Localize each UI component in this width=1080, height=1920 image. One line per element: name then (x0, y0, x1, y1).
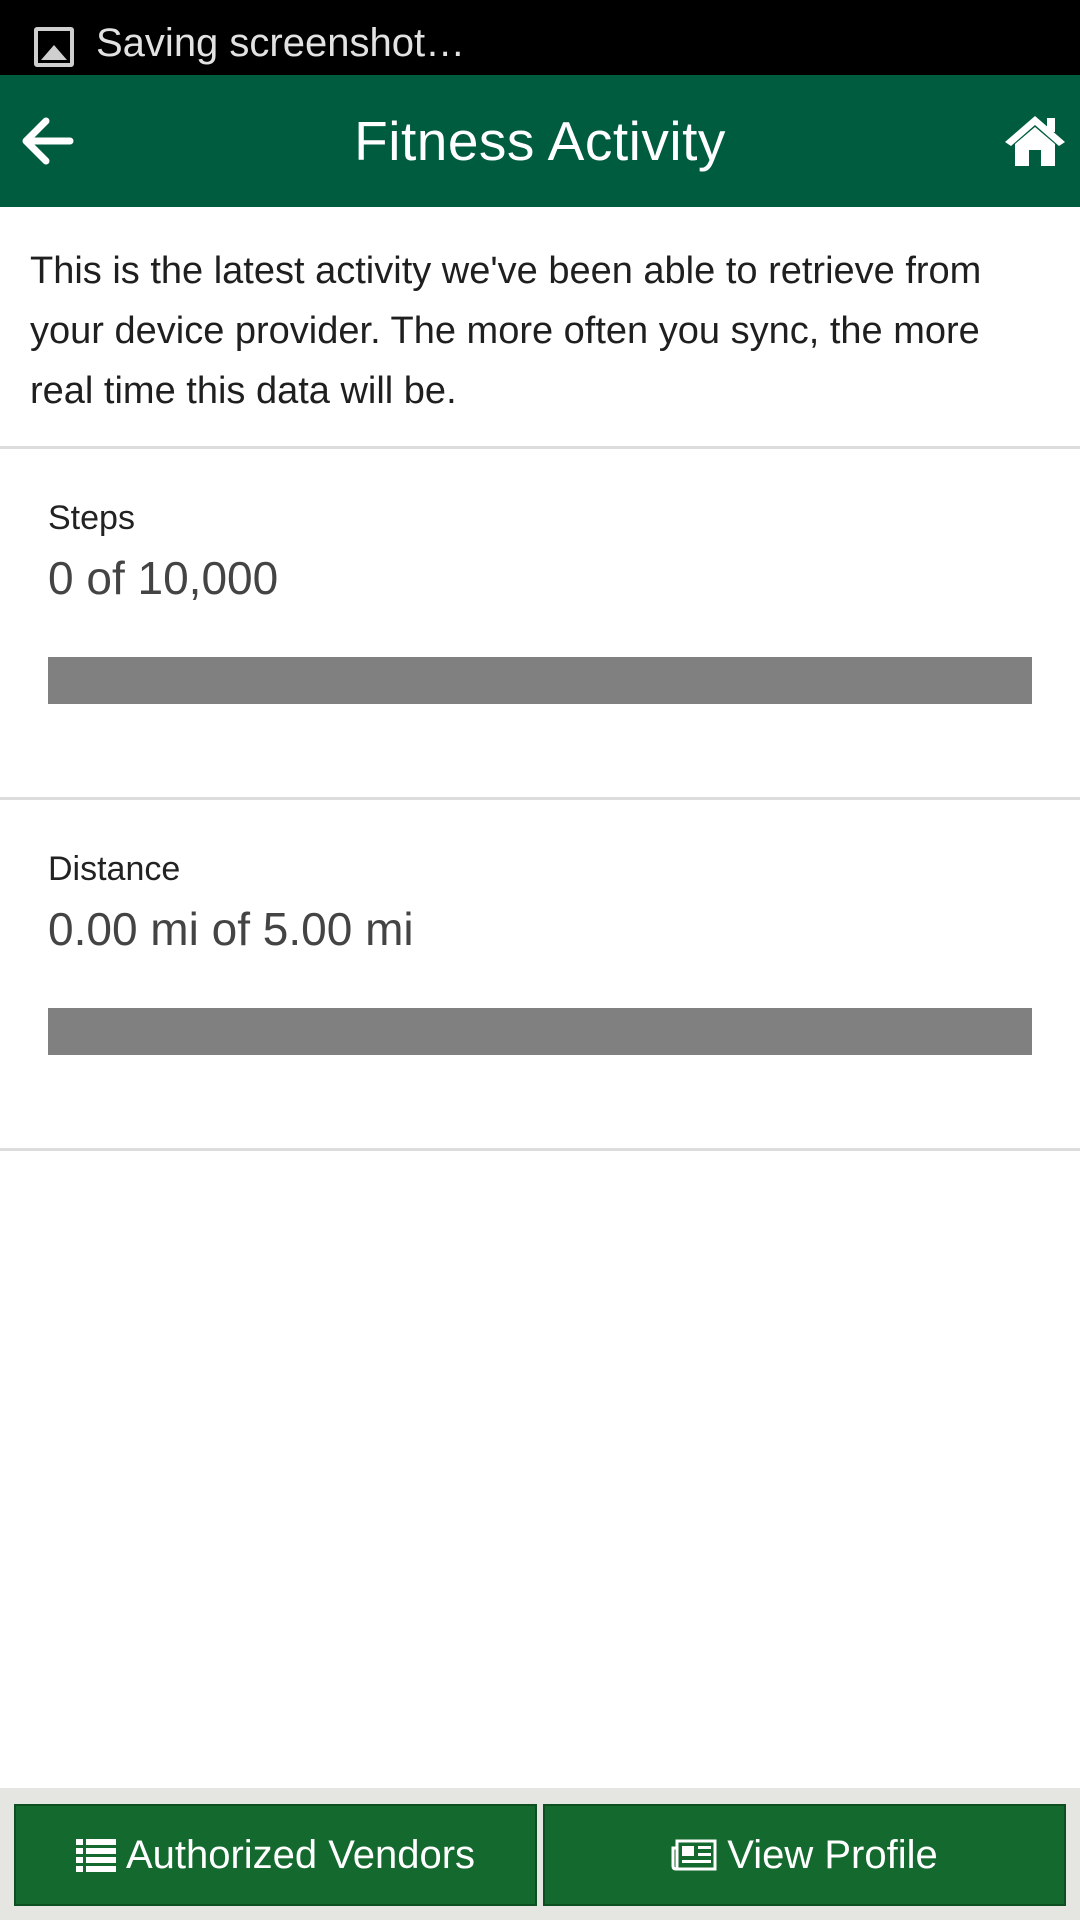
view-profile-button[interactable]: View Profile (543, 1804, 1066, 1906)
arrow-left-icon (22, 117, 74, 165)
back-button[interactable] (18, 111, 78, 171)
steps-label: Steps (48, 499, 135, 537)
bottom-bar: Authorized Vendors View Profile (0, 1788, 1080, 1920)
distance-value: 0.00 mi of 5.00 mi (48, 903, 414, 955)
distance-progress-bar (48, 1008, 1032, 1055)
steps-card: Steps 0 of 10,000 (0, 449, 1080, 800)
list-icon (75, 1838, 116, 1872)
distance-label: Distance (48, 850, 181, 888)
home-icon (1005, 116, 1065, 166)
app-bar: Fitness Activity (0, 75, 1080, 207)
view-profile-label: View Profile (727, 1832, 938, 1877)
authorized-vendors-button[interactable]: Authorized Vendors (14, 1804, 537, 1906)
steps-value: 0 of 10,000 (48, 552, 279, 604)
home-button[interactable] (1000, 105, 1070, 175)
status-bar: Saving screenshot… (0, 0, 1080, 75)
newspaper-icon (671, 1838, 717, 1872)
notification-text: Saving screenshot… (96, 21, 466, 65)
authorized-vendors-label: Authorized Vendors (125, 1832, 476, 1877)
image-icon (34, 27, 74, 67)
steps-progress-bar (48, 657, 1032, 704)
distance-card: Distance 0.00 mi of 5.00 mi (0, 800, 1080, 1151)
intro-text: This is the latest activity we've been a… (0, 207, 1080, 449)
page-title: Fitness Activity (354, 110, 726, 172)
